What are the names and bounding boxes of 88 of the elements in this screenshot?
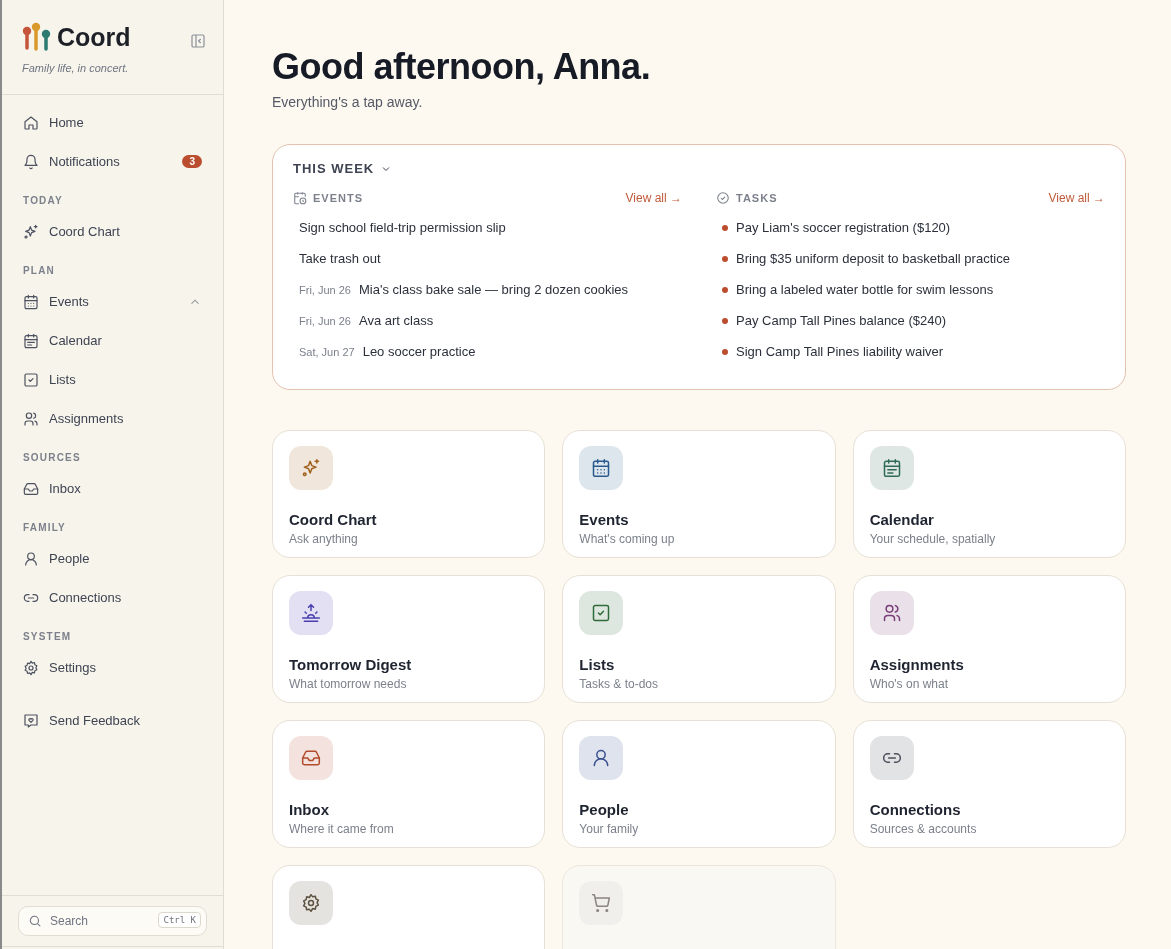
event-item[interactable]: Leo soccer practice	[362, 344, 476, 359]
bullet-dot	[722, 224, 728, 231]
logo-icon	[22, 22, 52, 52]
shortcut-card[interactable]: Lists Tasks & to-dos	[562, 575, 836, 703]
sidebar-item[interactable]: Home	[14, 103, 211, 142]
calendar-icon	[23, 332, 39, 349]
shortcut-card[interactable]: Events What's coming up	[562, 430, 836, 558]
bell-icon	[23, 153, 39, 170]
calendar-clock-icon	[293, 191, 307, 205]
card-subtitle: What tomorrow needs	[289, 677, 408, 691]
view-all-link[interactable]: View all →	[625, 191, 682, 205]
card-title: Events	[579, 511, 630, 528]
sparkles-icon	[23, 223, 39, 240]
card-title: Connections	[869, 801, 962, 818]
tagline: Family life, in concert.	[22, 62, 130, 74]
bullet-dot	[722, 255, 728, 262]
card-title: Lists	[579, 656, 616, 673]
sidebar-item[interactable]: Events	[14, 282, 211, 321]
bullet-dot	[722, 286, 728, 293]
event-date: Sat, Jun 27	[299, 345, 355, 358]
notification-count: 3	[182, 155, 202, 168]
shortcut-card[interactable]: Tomorrow Digest What tomorrow needs	[272, 575, 546, 703]
card-title: Coord Chart	[289, 511, 378, 528]
sidebar-item[interactable]: Lists	[14, 360, 211, 399]
event-date: Fri, Jun 26	[299, 314, 351, 327]
section-heading: TODAY	[22, 194, 64, 208]
section-heading: FAMILY	[22, 521, 67, 535]
task-item[interactable]: Bring $35 uniform deposit to basketball practice	[736, 251, 1010, 266]
card-subtitle: Who's on what	[869, 677, 949, 691]
section-heading: SOURCES	[22, 451, 82, 465]
card-subtitle: Your family	[579, 822, 640, 836]
task-item[interactable]: Pay Liam's soccer registration ($120)	[736, 220, 951, 235]
sidebar-item[interactable]: Calendar	[14, 321, 211, 360]
bullet-dot	[722, 317, 728, 324]
view-all-link[interactable]: View all →	[1048, 191, 1105, 205]
section-heading: TASKS	[736, 192, 779, 204]
keyboard-shortcut: Ctrl K	[158, 912, 201, 928]
sidebar-item[interactable]: Notifications 3	[14, 142, 211, 181]
shortcut-card[interactable]: Connections Sources & accounts	[852, 720, 1126, 848]
settings-icon	[23, 659, 39, 676]
card-title: Tomorrow Digest	[289, 656, 413, 673]
users-icon	[23, 410, 39, 427]
shortcut-card[interactable]: Inbox Where it came from	[272, 720, 546, 848]
shortcut-card[interactable]: People Your family	[562, 720, 836, 848]
task-item[interactable]: Pay Camp Tall Pines balance ($240)	[736, 313, 947, 328]
shortcut-card[interactable]: Coord Chart Ask anything	[272, 430, 546, 558]
card-title: Calendar	[869, 511, 935, 528]
section-heading: PLAN	[22, 264, 57, 278]
send-feedback-link[interactable]: Send Feedback	[14, 701, 211, 740]
card-subtitle: Ask anything	[289, 532, 359, 546]
sidebar-item[interactable]: Inbox	[14, 469, 211, 508]
task-item[interactable]: Bring a labeled water bottle for swim lessons	[736, 282, 994, 297]
brand-name: Coord	[57, 22, 132, 52]
sidebar-item[interactable]: Assignments	[14, 399, 211, 438]
event-item[interactable]: Take trash out	[299, 251, 381, 266]
shortcut-card[interactable]: Assignments Who's on what	[852, 575, 1126, 703]
sidebar-item[interactable]: Connections	[14, 578, 211, 617]
home-icon	[23, 114, 39, 131]
event-item[interactable]: Sign school field-trip permission slip	[299, 220, 506, 235]
collapse-sidebar-button[interactable]	[189, 32, 207, 50]
person-icon	[23, 550, 39, 567]
inbox-icon	[23, 480, 39, 497]
bullet-dot	[722, 348, 728, 355]
sidebar-item[interactable]: Settings	[14, 648, 211, 687]
check-circle-icon	[716, 191, 730, 205]
greeting-subtitle: Everything's a tap away.	[272, 94, 424, 110]
card-title: People	[579, 801, 630, 818]
calendar-icon	[23, 293, 39, 310]
week-selector[interactable]: THIS WEEK	[293, 161, 393, 176]
event-item[interactable]: Mia's class bake sale — bring 2 dozen cookies	[358, 282, 629, 297]
greeting-heading: Good afternoon, Anna.	[272, 46, 652, 88]
card-title: Assignments	[869, 656, 965, 673]
sidebar-item[interactable]: People	[14, 539, 211, 578]
feedback-icon	[23, 712, 39, 729]
event-date: Fri, Jun 26	[299, 283, 351, 296]
card-subtitle: Where it came from	[289, 822, 395, 836]
card-subtitle: What's coming up	[579, 532, 676, 546]
shortcut-card[interactable]: Calendar Your schedule, spatially	[852, 430, 1126, 558]
section-heading: EVENTS	[313, 192, 364, 204]
checkbox-icon	[23, 371, 39, 388]
section-heading: SYSTEM	[22, 630, 73, 644]
task-item[interactable]: Sign Camp Tall Pines liability waiver	[736, 344, 944, 359]
card-subtitle: Tasks & to-dos	[579, 677, 660, 691]
event-item[interactable]: Ava art class	[358, 313, 434, 328]
sidebar-item[interactable]: Coord Chart	[14, 212, 211, 251]
card-title: Inbox	[289, 801, 330, 818]
card-subtitle: Your schedule, spatially	[869, 532, 997, 546]
card-subtitle: Sources & accounts	[869, 822, 978, 836]
